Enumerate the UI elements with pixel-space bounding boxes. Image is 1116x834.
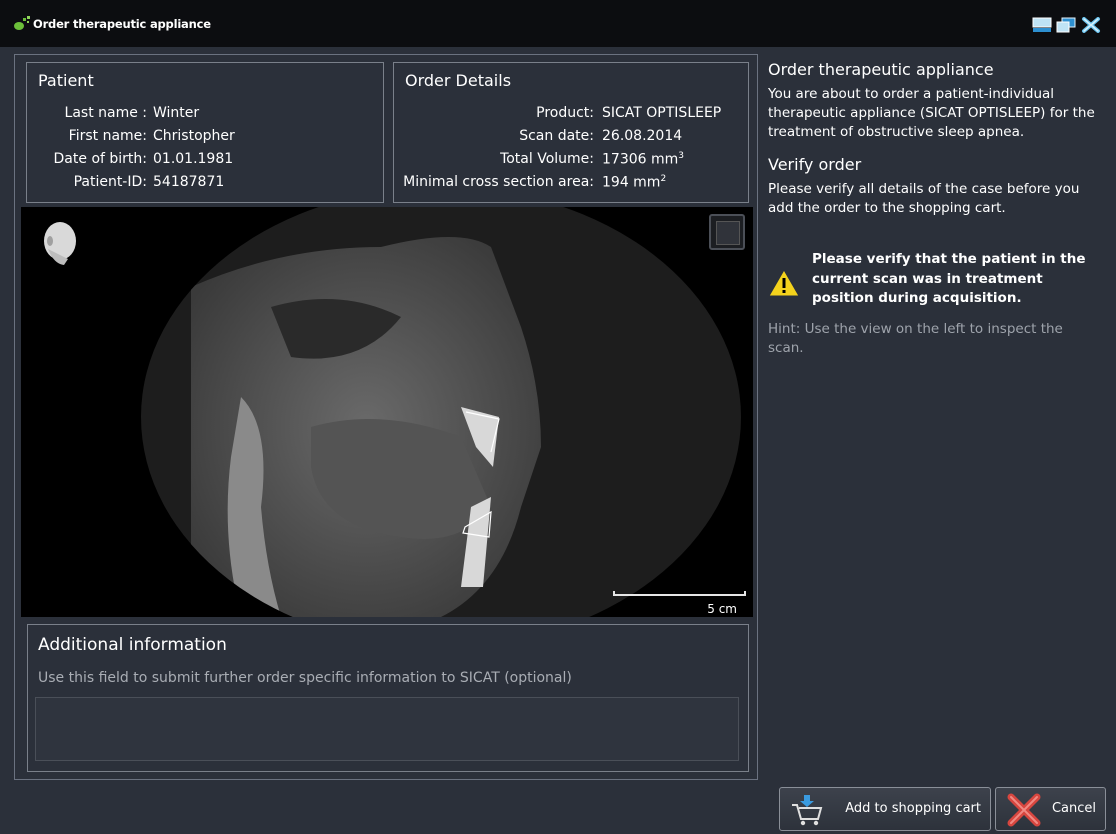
add-to-shopping-cart-label: Add to shopping cart (845, 801, 981, 816)
cancel-label: Cancel (1051, 801, 1096, 816)
total-volume-value: 17306 mm3 (602, 151, 684, 168)
scan-viewer[interactable]: 5 cm (21, 207, 753, 617)
last-name-value: Winter (153, 105, 200, 121)
patient-heading: Patient (38, 71, 94, 90)
additional-information-heading: Additional information (38, 635, 227, 655)
patient-box: Patient Last name : Winter First name: C… (26, 62, 384, 203)
sidebar-intro: You are about to order a patient-individ… (768, 86, 1095, 140)
order-details-box: Order Details Product: SICAT OPTISLEEP S… (393, 62, 749, 203)
warning-icon (768, 268, 800, 297)
scan-date-value: 26.08.2014 (602, 128, 683, 144)
head-orientation-icon[interactable] (38, 219, 80, 269)
patient-dob-row: Date of birth: 01.01.1981 (27, 151, 367, 171)
min-cross-section-label: Minimal cross section area: (403, 174, 594, 190)
scale-bar (613, 591, 746, 596)
dob-label: Date of birth: (53, 151, 147, 167)
sidebar-instructions: Order therapeutic appliance You are abou… (768, 60, 1103, 356)
cancel-x-icon (1007, 793, 1041, 827)
product-row: Product: SICAT OPTISLEEP (394, 105, 748, 125)
patient-last-name-row: Last name : Winter (27, 105, 367, 125)
cancel-button[interactable]: Cancel (995, 787, 1106, 831)
scan-date-row: Scan date: 26.08.2014 (394, 128, 748, 148)
app-logo-icon (14, 16, 30, 30)
min-cross-section-value: 194 mm2 (602, 174, 667, 191)
first-name-value: Christopher (153, 128, 235, 144)
product-value: SICAT OPTISLEEP (602, 105, 722, 121)
viewer-layout-button[interactable] (709, 214, 745, 250)
total-volume-label: Total Volume: (500, 151, 594, 167)
order-details-heading: Order Details (405, 71, 512, 90)
patient-id-row: Patient-ID: 54187871 (27, 174, 367, 194)
total-volume-row: Total Volume: 17306 mm3 (394, 151, 748, 171)
scan-date-label: Scan date: (519, 128, 594, 144)
verify-heading: Verify order (768, 155, 862, 174)
additional-information-hint: Use this field to submit further order s… (38, 670, 572, 686)
min-cross-section-row: Minimal cross section area: 194 mm2 (394, 174, 748, 194)
last-name-label: Last name : (64, 105, 147, 121)
title-bar: Order therapeutic appliance (0, 0, 1116, 47)
minimize-icon[interactable] (1032, 17, 1052, 33)
patient-id-label: Patient-ID: (73, 174, 147, 190)
add-to-shopping-cart-button[interactable]: Add to shopping cart (779, 787, 991, 831)
ct-scan-image (141, 207, 741, 617)
sidebar-heading: Order therapeutic appliance (768, 60, 994, 79)
first-name-label: First name: (68, 128, 147, 144)
scale-label: 5 cm (707, 602, 737, 616)
window-title: Order therapeutic appliance (33, 17, 211, 31)
close-icon[interactable] (1081, 17, 1101, 33)
restore-icon[interactable] (1056, 17, 1076, 33)
patient-id-value: 54187871 (153, 174, 225, 190)
patient-first-name-row: First name: Christopher (27, 128, 367, 148)
product-label: Product: (536, 105, 594, 121)
verify-text: Please verify all details of the case be… (768, 181, 1080, 216)
sidebar-hint: Hint: Use the view on the left to inspec… (768, 321, 1063, 356)
shopping-cart-icon (792, 795, 823, 826)
additional-information-field[interactable] (35, 697, 739, 761)
warning-text: Please verify that the patient in the cu… (812, 251, 1086, 306)
dob-value: 01.01.1981 (153, 151, 234, 167)
additional-information-box: Additional information Use this field to… (27, 624, 749, 772)
